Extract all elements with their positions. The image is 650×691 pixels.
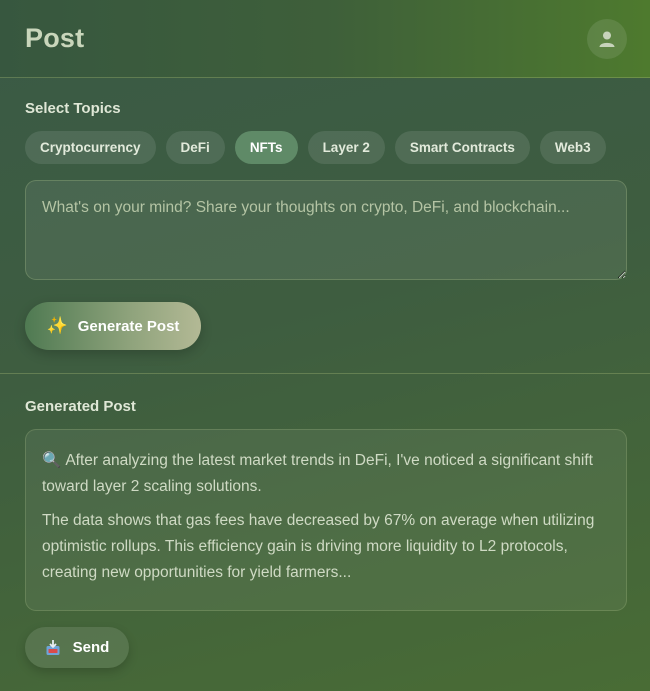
avatar[interactable]: [587, 18, 627, 59]
generated-post-paragraph-2: The data shows that gas fees have decrea…: [42, 512, 595, 581]
composer-section: Select Topics Cryptocurrency DeFi NFTs L…: [0, 78, 650, 374]
generate-post-button[interactable]: ✨ Generate Post: [25, 302, 201, 350]
sparkles-icon: ✨: [46, 316, 68, 335]
send-button[interactable]: Send: [25, 627, 129, 668]
generated-post-box: 🔍 After analyzing the latest market trend…: [25, 429, 627, 611]
magnifier-icon: 🔍: [42, 452, 62, 469]
page-title: Post: [25, 23, 85, 53]
inbox-tray-icon: [45, 639, 61, 656]
output-section: Generated Post 🔍 After analyzing the late…: [0, 374, 650, 668]
generated-post-label: Generated Post: [25, 398, 136, 415]
generated-post-text-1: After analyzing the latest market trends…: [42, 452, 593, 495]
user-icon: [599, 31, 615, 47]
generate-post-label: Generate Post: [77, 317, 180, 335]
topic-chips: Cryptocurrency DeFi NFTs Layer 2 Smart C…: [25, 131, 625, 164]
send-label: Send: [72, 639, 110, 656]
topic-chip-nfts[interactable]: NFTs: [234, 131, 298, 164]
generated-post-paragraph-1: 🔍 After analyzing the latest market trend…: [42, 448, 610, 500]
topic-chip-smart-contracts[interactable]: Smart Contracts: [394, 131, 530, 164]
header: Post: [0, 0, 650, 78]
app-root: Post Select Topics Cryptocurrency DeFi N…: [0, 0, 650, 691]
topic-chip-web3[interactable]: Web3: [539, 131, 606, 164]
topic-chip-layer-2[interactable]: Layer 2: [307, 131, 385, 164]
topic-chip-cryptocurrency[interactable]: Cryptocurrency: [25, 131, 156, 164]
post-input[interactable]: [25, 180, 627, 280]
topic-chip-defi[interactable]: DeFi: [165, 131, 225, 164]
select-topics-label: Select Topics: [25, 100, 121, 117]
